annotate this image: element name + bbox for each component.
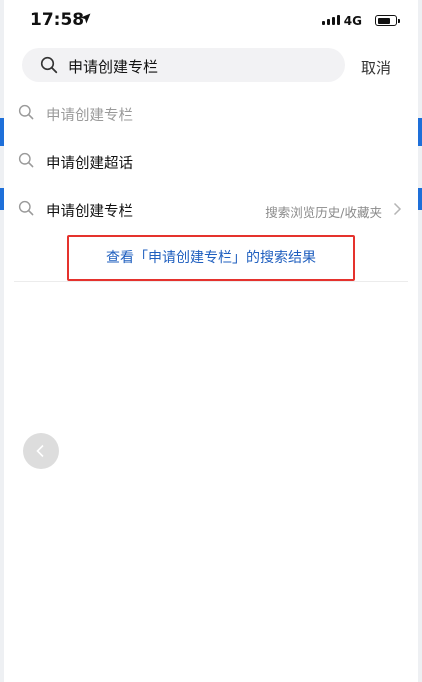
divider: [14, 281, 408, 282]
cancel-button[interactable]: 取消: [361, 57, 391, 78]
view-search-results-button[interactable]: 查看「申请创建专栏」的搜索结果: [67, 235, 355, 281]
suggestion-item[interactable]: 申请创建超话: [0, 141, 422, 181]
signal-strength-icon: [322, 15, 340, 25]
view-search-results-label: 查看「申请创建专栏」的搜索结果: [106, 250, 316, 266]
chevron-left-icon: [36, 444, 44, 458]
suggestion-label: 申请创建专栏: [46, 108, 133, 124]
location-arrow-icon: [80, 13, 91, 24]
network-type: 4G: [343, 14, 362, 28]
search-icon: [40, 56, 58, 74]
search-input[interactable]: 申请创建专栏: [22, 48, 345, 82]
suggestion-label: 申请创建专栏: [46, 204, 133, 220]
suggestion-item[interactable]: 申请创建专栏: [0, 93, 422, 133]
suggestion-label: 申请创建超话: [46, 156, 133, 172]
status-time: 17:58: [30, 10, 85, 30]
back-button[interactable]: [23, 433, 59, 469]
chevron-right-icon: [393, 202, 402, 216]
suggestion-item-history[interactable]: 申请创建专栏 搜索浏览历史/收藏夹: [0, 189, 422, 229]
battery-icon: [375, 15, 400, 26]
status-bar: 17:58 4G: [0, 0, 422, 42]
search-query-text: 申请创建专栏: [68, 58, 159, 76]
history-favorites-hint: 搜索浏览历史/收藏夹: [265, 205, 382, 220]
search-icon: [18, 152, 34, 168]
search-icon: [18, 200, 34, 216]
search-icon: [18, 104, 34, 120]
